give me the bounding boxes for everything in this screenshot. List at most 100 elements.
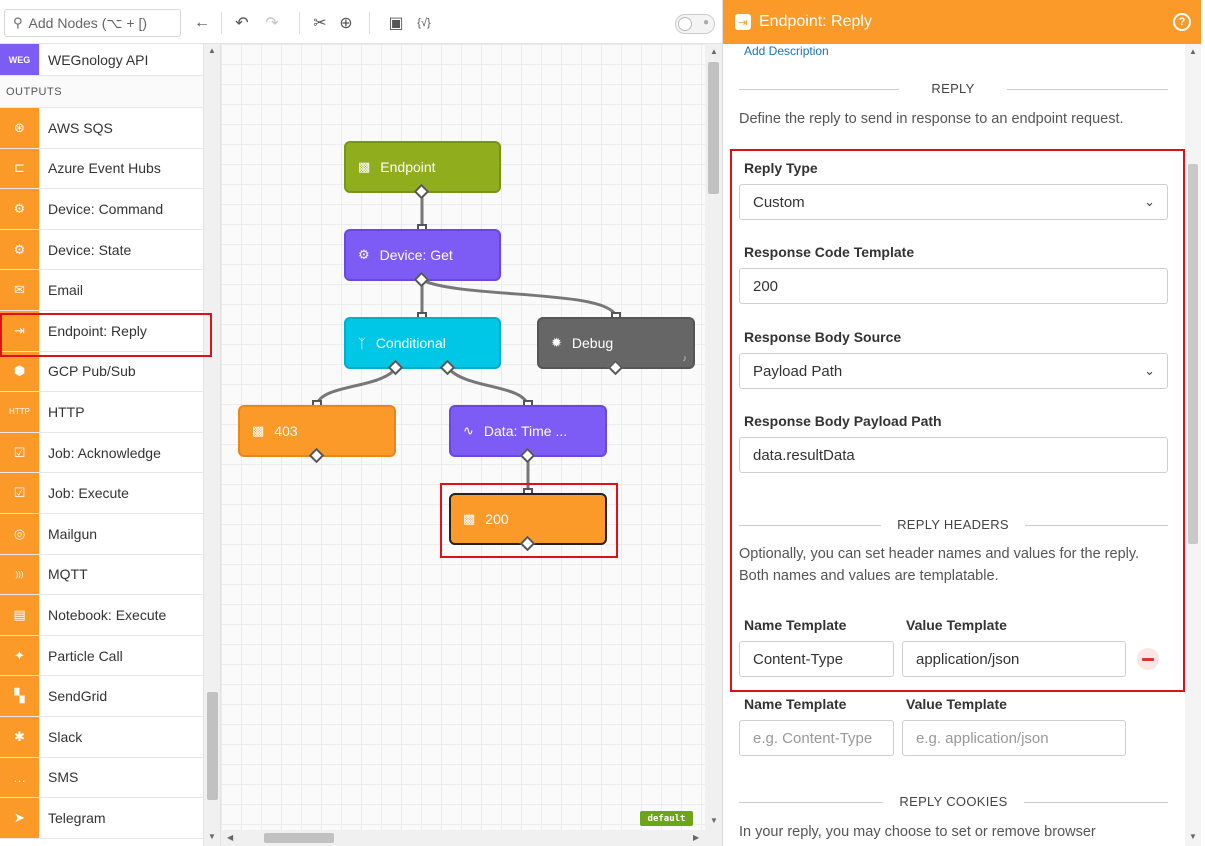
node-label: Endpoint	[380, 159, 436, 175]
wire-device-debug	[421, 278, 618, 318]
palette-item-telegram[interactable]: ➤ Telegram	[0, 798, 203, 839]
redo-icon[interactable]: ↷	[261, 12, 283, 34]
lock-icon: ●	[702, 17, 709, 28]
section-reply-cookies: REPLY COOKIES	[899, 794, 1008, 809]
node-config-panel: ⇥ Endpoint: Reply ? Add Description REPL…	[722, 0, 1205, 846]
canvas-v-scrollbar[interactable]: ▲ ▼	[705, 44, 722, 830]
palette-item-label: SendGrid	[48, 688, 108, 705]
toggle-knob	[678, 17, 692, 31]
help-icon[interactable]: ?	[1173, 13, 1191, 31]
palette-item-sendgrid[interactable]: ▚ SendGrid	[0, 676, 203, 717]
palette-item-job-acknowledge[interactable]: ☑ Job: Acknowledge	[0, 432, 203, 474]
endpoint-reply-icon: ⇥	[0, 310, 40, 351]
add-comment-icon[interactable]: ▣	[385, 12, 407, 34]
cookies-description: In your reply, you may choose to set or …	[739, 824, 1096, 840]
scroll-left-icon[interactable]: ◀	[227, 833, 233, 842]
variables-icon[interactable]: {√}	[413, 12, 435, 34]
divider	[739, 89, 899, 90]
divider	[739, 802, 883, 803]
header-value-label: Value Template	[906, 696, 1007, 712]
node-label: Device: Get	[379, 247, 453, 263]
endpoint-reply-icon: ▩	[252, 423, 265, 438]
palette-item-label: WEGnology API	[48, 51, 149, 68]
device-command-icon: ⚙	[0, 189, 40, 229]
editor-toolbar: ⚲ Add Nodes (⌥ + [) ← ↶ ↷ ✂ ⊕ ▣ {√} ●	[0, 0, 722, 44]
search-icon: ⚲	[13, 15, 23, 30]
telegram-icon: ➤	[0, 798, 40, 838]
palette-item-mqtt[interactable]: ))) MQTT	[0, 554, 203, 596]
panel-header: ⇥ Endpoint: Reply ?	[723, 0, 1201, 44]
scroll-up-icon[interactable]: ▲	[1189, 47, 1197, 56]
panel-scroll-thumb[interactable]	[1188, 164, 1198, 544]
palette-item-wegnology-api[interactable]: WEG WEGnology API	[0, 44, 203, 76]
node-conditional[interactable]: ᛉ Conditional	[344, 317, 501, 369]
particle-call-icon: ✦	[0, 635, 40, 676]
divider	[1007, 89, 1168, 90]
palette-item-aws-sqs[interactable]: ⊛ AWS SQS	[0, 108, 203, 149]
scroll-up-icon[interactable]: ▲	[710, 47, 718, 56]
scroll-down-icon[interactable]: ▼	[1189, 832, 1197, 841]
add-nodes-search[interactable]: ⚲ Add Nodes (⌥ + [)	[4, 9, 181, 37]
scroll-right-icon[interactable]: ▶	[693, 833, 699, 842]
divider	[1024, 802, 1168, 803]
lock-toggle[interactable]: ●	[675, 14, 715, 34]
palette-item-notebook-execute[interactable]: ▤ Notebook: Execute	[0, 595, 203, 636]
node-label: 403	[274, 423, 298, 439]
palette-item-particle-call[interactable]: ✦ Particle Call	[0, 635, 203, 677]
palette-item-label: Job: Execute	[48, 485, 129, 502]
mailgun-icon: ◎	[0, 513, 40, 554]
chart-line-icon: ∿	[463, 423, 474, 438]
new-header-value-input[interactable]: e.g. application/json	[902, 720, 1126, 756]
workspace-badge: default	[640, 811, 693, 826]
palette-scrollbar[interactable]: ▲ ▼	[204, 44, 221, 846]
node-label: Debug	[571, 335, 614, 351]
toolbar-divider	[369, 12, 370, 34]
palette-item-device-state[interactable]: ⚙ Device: State	[0, 229, 203, 271]
canvas-h-scrollbar[interactable]: ◀ ▶	[221, 830, 722, 846]
canvas-v-thumb[interactable]	[708, 62, 719, 194]
palette-item-device-command[interactable]: ⚙ Device: Command	[0, 189, 203, 230]
toolbar-divider	[221, 12, 222, 34]
job-execute-icon: ☑	[0, 473, 40, 513]
search-placeholder: Add Nodes (⌥ + [)	[28, 14, 147, 31]
palette-section-outputs: OUTPUTS	[0, 76, 203, 108]
collapse-left-icon[interactable]: ←	[191, 12, 213, 34]
panel-scrollbar[interactable]: ▲ ▼	[1185, 44, 1201, 846]
new-header-name-input[interactable]: e.g. Content-Type	[739, 720, 894, 756]
undo-icon[interactable]: ↶	[231, 12, 253, 34]
palette-item-label: Mailgun	[48, 525, 98, 542]
cut-icon[interactable]: ✂	[309, 12, 331, 34]
palette-item-http[interactable]: HTTP HTTP	[0, 392, 203, 433]
palette-item-endpoint-reply[interactable]: ⇥ Endpoint: Reply	[0, 310, 203, 352]
highlight-node-200	[440, 483, 618, 558]
scroll-down-icon[interactable]: ▼	[208, 832, 216, 841]
endpoint-icon: ▩	[358, 159, 371, 174]
scroll-up-icon[interactable]: ▲	[208, 46, 216, 55]
header-name-label: Name Template	[744, 696, 847, 712]
palette-item-label: Telegram	[48, 809, 106, 826]
palette-item-gcp-pub-sub[interactable]: ⬢ GCP Pub/Sub	[0, 351, 203, 393]
add-description-link[interactable]: Add Description	[744, 44, 829, 58]
canvas-h-thumb[interactable]	[264, 833, 334, 843]
scroll-down-icon[interactable]: ▼	[710, 816, 718, 825]
palette-item-mailgun[interactable]: ◎ Mailgun	[0, 513, 203, 555]
palette-item-label: Email	[48, 282, 84, 299]
branch-icon: ᛉ	[358, 335, 366, 351]
palette-item-azure-event-hubs[interactable]: ⊏ Azure Event Hubs	[0, 148, 203, 190]
palette-item-label: Device: State	[48, 241, 132, 258]
aws-sqs-icon: ⊛	[0, 108, 40, 148]
device-state-icon: ⚙	[0, 229, 40, 270]
palette-item-job-execute[interactable]: ☑ Job: Execute	[0, 473, 203, 514]
palette-scroll-thumb[interactable]	[207, 692, 218, 800]
palette-item-sms[interactable]: … SMS	[0, 757, 203, 799]
palette-item-label: Device: Command	[48, 200, 164, 217]
palette-item-label: MQTT	[48, 566, 88, 583]
gcp-pub-sub-icon: ⬢	[0, 351, 40, 392]
zoom-in-icon[interactable]: ⊕	[335, 12, 357, 34]
palette-item-slack[interactable]: ✱ Slack	[0, 716, 203, 758]
palette-item-label: Slack	[48, 728, 83, 745]
workflow-canvas[interactable]: ▩ Endpoint ⚙ Device: Get ᛉ Conditional ✹…	[221, 44, 705, 830]
section-reply: REPLY	[931, 81, 975, 96]
placeholder-text: e.g. Content-Type	[753, 729, 873, 747]
palette-item-email[interactable]: ✉ Email	[0, 270, 203, 311]
